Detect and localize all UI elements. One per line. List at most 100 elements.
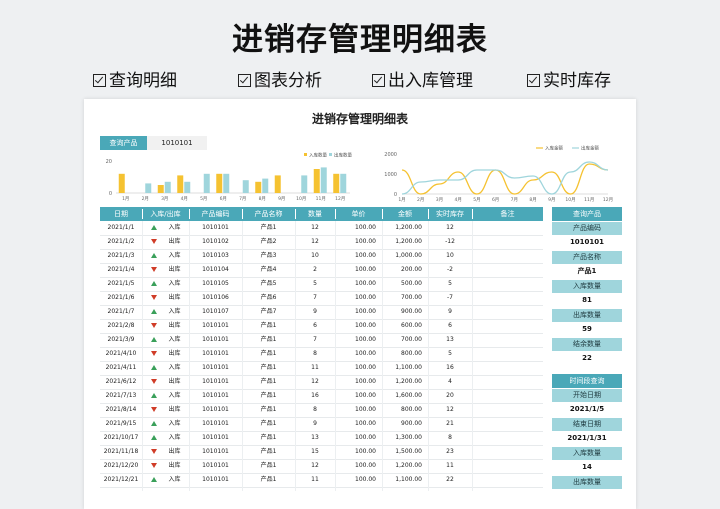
cell-type[interactable]: 出库 <box>156 403 193 417</box>
cell-date[interactable]: 2021/7/13 <box>100 389 142 403</box>
cell-stock[interactable]: 13 <box>428 333 472 347</box>
column-header[interactable]: 金额 <box>382 207 428 221</box>
column-header[interactable]: 日期 <box>100 207 142 221</box>
cell-code[interactable]: 1010101 <box>189 361 242 375</box>
cell-date[interactable]: 2021/10/17 <box>100 431 142 445</box>
cell-date[interactable]: 2021/1/7 <box>100 305 142 319</box>
cell-name[interactable]: 产品1 <box>242 361 295 375</box>
cell-name[interactable]: 产品5 <box>242 277 295 291</box>
cell-type[interactable]: 出库 <box>156 319 193 333</box>
cell-code[interactable]: 1010101 <box>189 445 242 459</box>
cell-name[interactable]: 产品1 <box>242 403 295 417</box>
cell-note[interactable] <box>472 375 543 389</box>
cell-name[interactable]: 产品7 <box>242 305 295 319</box>
cell-code[interactable]: 1010101 <box>189 389 242 403</box>
cell-code[interactable]: 1010101 <box>189 431 242 445</box>
cell-qty[interactable]: 7 <box>295 333 335 347</box>
cell-amount[interactable]: 1,200.00 <box>382 459 422 473</box>
cell-qty[interactable]: 12 <box>295 235 335 249</box>
cell-price[interactable]: 100.00 <box>335 431 376 445</box>
cell-stock[interactable]: -7 <box>428 291 472 305</box>
cell-code[interactable]: 1010102 <box>189 235 242 249</box>
cell-name[interactable]: 产品1 <box>242 347 295 361</box>
cell-type[interactable]: 出库 <box>156 375 193 389</box>
cell-qty[interactable]: 8 <box>295 347 335 361</box>
cell-price[interactable]: 100.00 <box>335 263 376 277</box>
cell-qty[interactable]: 9 <box>295 305 335 319</box>
cell-amount[interactable]: 700.00 <box>382 291 422 305</box>
cell-note[interactable] <box>472 221 543 235</box>
cell-name[interactable]: 产品3 <box>242 249 295 263</box>
table-row[interactable]: 2021/1/7 入库 1010107 产品7 9 100.00 900.00 9 <box>100 305 543 320</box>
cell-amount[interactable]: 1,100.00 <box>382 361 422 375</box>
table-row[interactable]: 2021/2/8 出库 1010101 产品1 6 100.00 600.00 6 <box>100 319 543 334</box>
cell-code[interactable]: 1010101 <box>189 347 242 361</box>
cell-name[interactable]: 产品4 <box>242 263 295 277</box>
column-header[interactable]: 单价 <box>335 207 382 221</box>
cell-type[interactable]: 入库 <box>156 361 193 375</box>
time-field-value[interactable]: 2021/1/5 <box>552 403 622 416</box>
cell-note[interactable] <box>472 263 543 277</box>
cell-date[interactable]: 2021/12/21 <box>100 473 142 487</box>
column-header[interactable]: 数量 <box>295 207 335 221</box>
cell-price[interactable]: 100.00 <box>335 333 376 347</box>
cell-qty[interactable]: 6 <box>295 319 335 333</box>
cell-note[interactable] <box>472 319 543 333</box>
cell-name[interactable]: 产品1 <box>242 417 295 431</box>
cell-name[interactable]: 产品1 <box>242 333 295 347</box>
cell-stock[interactable]: 6 <box>428 319 472 333</box>
table-row[interactable]: 2021/4/10 出库 1010101 产品1 8 100.00 800.00 5 <box>100 347 543 362</box>
cell-price[interactable]: 100.00 <box>335 319 376 333</box>
cell-price[interactable]: 100.00 <box>335 249 376 263</box>
cell-note[interactable] <box>472 417 543 431</box>
query-product-input[interactable]: 1010101 <box>147 136 207 150</box>
cell-date[interactable]: 2021/4/11 <box>100 361 142 375</box>
cell-note[interactable] <box>472 431 543 445</box>
table-row[interactable]: 2021/9/15 入库 1010101 产品1 9 100.00 900.00 21 <box>100 417 543 432</box>
column-header[interactable]: 备注 <box>472 207 543 221</box>
column-header[interactable]: 产品名称 <box>242 207 295 221</box>
cell-type[interactable]: 入库 <box>156 333 193 347</box>
cell-type[interactable]: 出库 <box>156 235 193 249</box>
cell-price[interactable]: 100.00 <box>335 361 376 375</box>
cell-code[interactable]: 1010101 <box>189 403 242 417</box>
table-row[interactable]: 2021/1/1 入库 1010101 产品1 12 100.00 1,200.00 12 <box>100 221 543 236</box>
cell-date[interactable]: 2021/3/9 <box>100 333 142 347</box>
cell-code[interactable]: 1010101 <box>189 319 242 333</box>
cell-amount[interactable]: 1,200.00 <box>382 375 422 389</box>
cell-stock[interactable]: 5 <box>428 347 472 361</box>
cell-amount[interactable]: 700.00 <box>382 333 422 347</box>
cell-type[interactable]: 出库 <box>156 445 193 459</box>
time-field-value[interactable]: 2021/1/31 <box>552 432 622 445</box>
cell-name[interactable]: 产品2 <box>242 235 295 249</box>
cell-qty[interactable]: 8 <box>295 403 335 417</box>
cell-type[interactable]: 入库 <box>156 221 193 235</box>
cell-name[interactable]: 产品6 <box>242 291 295 305</box>
cell-qty[interactable]: 9 <box>295 417 335 431</box>
cell-note[interactable] <box>472 277 543 291</box>
cell-stock[interactable]: 10 <box>428 249 472 263</box>
cell-qty[interactable]: 12 <box>295 459 335 473</box>
cell-date[interactable]: 2021/11/18 <box>100 445 142 459</box>
table-row[interactable]: 2021/12/20 出库 1010101 产品1 12 100.00 1,200.00 11 <box>100 459 543 474</box>
cell-code[interactable]: 1010101 <box>189 221 242 235</box>
cell-code[interactable]: 1010101 <box>189 375 242 389</box>
cell-type[interactable]: 入库 <box>156 389 193 403</box>
cell-date[interactable]: 2021/6/12 <box>100 375 142 389</box>
table-row[interactable]: 2021/8/14 出库 1010101 产品1 8 100.00 800.00 12 <box>100 403 543 418</box>
cell-note[interactable] <box>472 445 543 459</box>
cell-stock[interactable]: 8 <box>428 431 472 445</box>
cell-date[interactable]: 2021/12/20 <box>100 459 142 473</box>
cell-code[interactable]: 1010101 <box>189 417 242 431</box>
cell-note[interactable] <box>472 235 543 249</box>
cell-qty[interactable]: 15 <box>295 445 335 459</box>
cell-amount[interactable]: 1,500.00 <box>382 445 422 459</box>
table-row[interactable]: 2021/1/6 出库 1010106 产品6 7 100.00 700.00 -7 <box>100 291 543 306</box>
cell-qty[interactable]: 11 <box>295 361 335 375</box>
cell-price[interactable]: 100.00 <box>335 417 376 431</box>
cell-amount[interactable]: 900.00 <box>382 417 422 431</box>
cell-note[interactable] <box>472 473 543 487</box>
cell-note[interactable] <box>472 333 543 347</box>
table-row[interactable]: 2021/1/4 出库 1010104 产品4 2 100.00 200.00 -2 <box>100 263 543 278</box>
time-field-value[interactable]: 14 <box>552 461 622 474</box>
